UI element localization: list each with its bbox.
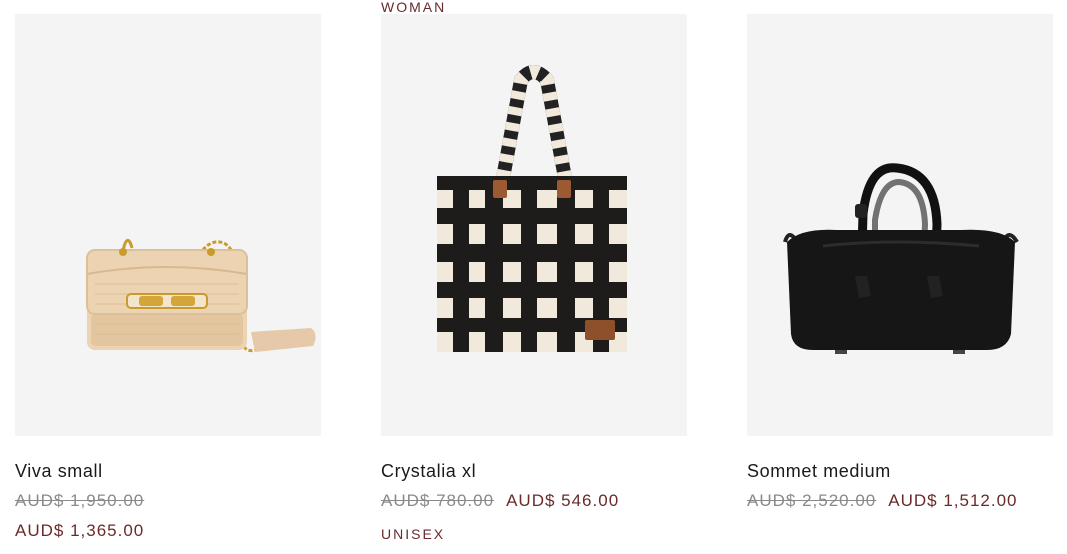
black-leather-handbag-icon xyxy=(783,163,1019,354)
sale-price: AUD$ 546.00 xyxy=(506,491,620,510)
category-label: WOMAN xyxy=(381,0,447,15)
sale-price: AUD$ 1,512.00 xyxy=(888,491,1018,510)
sale-price: AUD$ 1,365.00 xyxy=(15,521,145,540)
product-name[interactable]: Sommet medium xyxy=(747,461,891,482)
product-name[interactable]: Viva small xyxy=(15,461,103,482)
product-image[interactable] xyxy=(747,14,1053,436)
product-image[interactable] xyxy=(15,14,321,436)
original-price: AUD$ 2,520.00 xyxy=(747,491,877,510)
original-price: AUD$ 1,950.00 xyxy=(15,491,145,510)
price-row: AUD$ 780.00 AUD$ 546.00 xyxy=(381,491,619,511)
price-row: AUD$ 1,950.00 xyxy=(15,491,156,511)
black-white-check-tote-bag-icon xyxy=(437,65,627,352)
category-label: UNISEX xyxy=(381,526,446,542)
original-price: AUD$ 780.00 xyxy=(381,491,495,510)
beige-woven-shoulder-bag-icon xyxy=(86,239,316,353)
product-name[interactable]: Crystalia xl xyxy=(381,461,476,482)
price-row: AUD$ 2,520.00 AUD$ 1,512.00 xyxy=(747,491,1018,511)
product-image[interactable] xyxy=(381,14,687,436)
